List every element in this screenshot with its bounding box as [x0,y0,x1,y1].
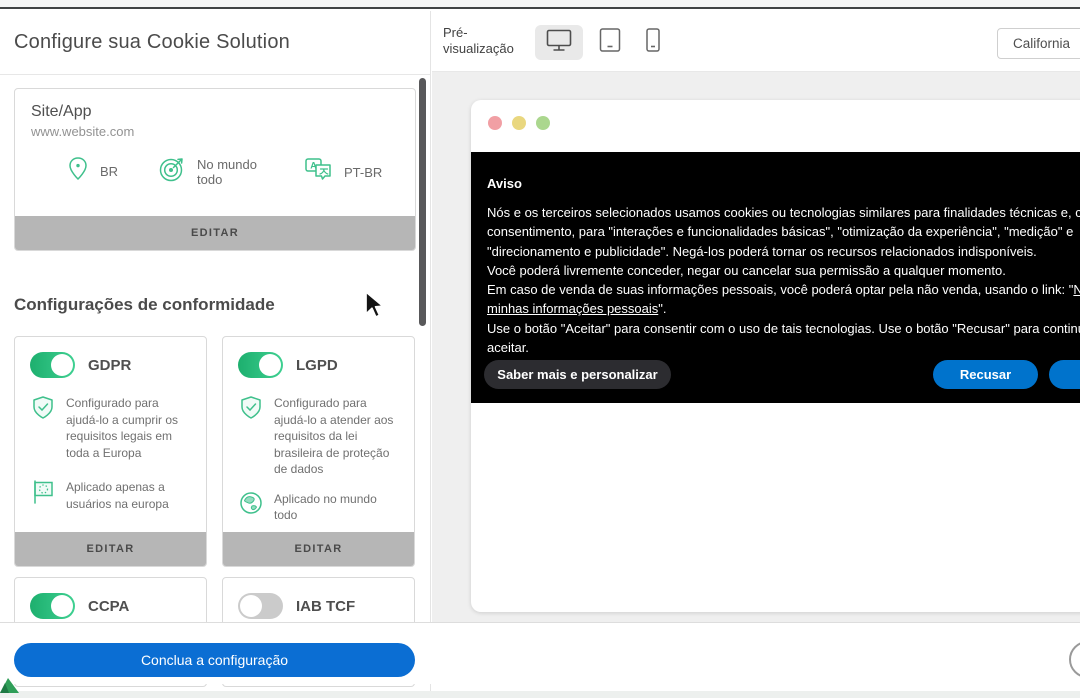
target-icon [158,156,185,188]
help-button[interactable] [1069,641,1080,678]
gdpr-toggle[interactable] [30,352,75,378]
lgpd-toggle[interactable] [238,352,283,378]
iab-tcf-toggle[interactable] [238,593,283,619]
bullet-text: Configurado para ajudá-lo a cumprir os r… [66,395,194,461]
traffic-light-yellow [512,116,526,130]
banner-line: "direcionamento e publicidade". Negá-los… [487,242,1080,261]
window-top-edge [0,0,1080,9]
target-label: No mundo todo [197,157,259,187]
language-label: PT-BR [344,165,382,180]
gdpr-bullet-compliance: Configurado para ajudá-lo a cumprir os r… [31,395,194,461]
banner-line: Em caso de venda de suas informações pes… [487,280,1080,299]
lgpd-edit-button[interactable]: EDITAR [223,532,414,566]
cookie-banner: Aviso Nós e os terceiros selecionados us… [471,152,1080,403]
site-badges: BR [68,156,415,188]
accept-button[interactable]: Aceitar [1049,360,1080,389]
lgpd-bullet-compliance: Configurado para ajudá-lo a atender aos … [239,395,402,478]
cookie-banner-text: Nós e os terceiros selecionados usamos c… [487,203,1080,357]
cookie-solution-configurator: Configure sua Cookie Solution Site/App w… [0,0,1080,698]
site-card: Site/App www.website.com BR [14,88,416,251]
banner-line: Você poderá livremente conceder, negar o… [487,261,1080,280]
configurator-modal: Configure sua Cookie Solution Site/App w… [0,11,1080,691]
settings-panel: Configure sua Cookie Solution Site/App w… [0,11,431,691]
do-not-sell-link[interactable]: Não venda [1073,282,1080,297]
scrollbar-thumb[interactable] [419,78,426,326]
gdpr-bullet-scope: Aplicado apenas a usuários na europa [31,479,194,512]
cookie-banner-title: Aviso [487,176,522,191]
compliance-heading: Configurações de conformidade [14,295,416,315]
lgpd-bullet-scope: Aplicado no mundo todo [239,491,402,524]
corner-decoration [0,678,20,698]
banner-line: minhas informações pessoais". [487,299,1080,318]
device-desktop-button[interactable] [535,25,583,60]
bullet-text: Aplicado apenas a usuários na europa [66,479,194,512]
translate-icon: A [304,156,332,188]
do-not-sell-link[interactable]: minhas informações pessoais [487,301,658,316]
banner-line: consentimento, para "interações e funcio… [487,222,1080,241]
eu-flag-icon [31,479,55,512]
language-badge: A PT-BR [304,156,382,188]
device-tablet-button[interactable] [598,28,622,56]
preview-panel: Pré-visualização [432,11,1080,691]
gdpr-label: GDPR [88,357,131,374]
banner-line: aceitar. [487,338,1080,357]
country-badge: BR [68,156,158,187]
preview-label: Pré-visualização [443,25,527,57]
bullet-text: Configurado para ajudá-lo a atender aos … [274,395,402,478]
settings-header: Configure sua Cookie Solution [0,11,430,75]
country-label: BR [100,164,118,179]
banner-line: Nós e os terceiros selecionados usamos c… [487,203,1080,222]
browser-mockup: Aviso Nós e os terceiros selecionados us… [471,100,1080,612]
traffic-light-red [488,116,502,130]
gdpr-edit-button[interactable]: EDITAR [15,532,206,566]
site-url: www.website.com [31,124,415,139]
finish-configuration-button[interactable]: Conclua a configuração [14,643,415,677]
settings-scroll-area[interactable]: Site/App www.website.com BR [0,76,430,691]
tablet-icon [598,26,622,59]
desktop-icon [544,27,574,58]
ccpa-toggle[interactable] [30,593,75,619]
location-pin-icon [68,156,88,187]
ccpa-label: CCPA [88,598,129,615]
preview-header: Pré-visualização [432,11,1080,72]
preview-area: Aviso Nós e os terceiros selecionados us… [432,72,1080,629]
globe-icon [239,491,263,524]
site-edit-button[interactable]: EDITAR [15,216,415,250]
modal-footer: Conclua a configuração [0,622,1080,684]
target-badge: No mundo todo [158,156,304,188]
page-title: Configure sua Cookie Solution [14,31,290,54]
shield-check-icon [239,395,263,478]
banner-line: Use o botão "Aceitar" para consentir com… [487,319,1080,338]
window-bottom-edge [0,691,1080,698]
bullet-text: Aplicado no mundo todo [274,491,402,524]
shield-check-icon [31,395,55,461]
reject-button[interactable]: Recusar [933,360,1038,389]
iab-tcf-label: IAB TCF [296,598,355,615]
lgpd-label: LGPD [296,357,338,374]
lgpd-card: LGPD Configurado para ajudá-l [222,336,415,567]
customize-button[interactable]: Saber mais e personalizar [484,360,671,389]
traffic-light-green [536,116,550,130]
device-mobile-button[interactable] [645,28,661,56]
browser-traffic-lights [488,116,550,130]
region-selector[interactable]: California [997,28,1080,59]
gdpr-card: GDPR Configurado para ajudá-l [14,336,207,567]
mobile-icon [645,26,661,59]
site-card-title: Site/App [31,103,415,121]
